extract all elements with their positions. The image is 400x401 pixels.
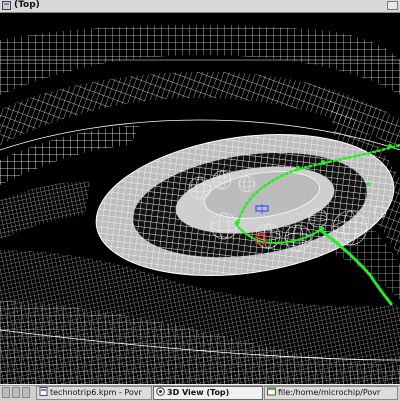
window-menu-icon[interactable] — [2, 1, 11, 10]
wireframe-scene[interactable] — [0, 13, 400, 384]
taskbar-item-label: 3D View (Top) — [167, 388, 230, 397]
taskbar-item-label: file:/home/microchip/Povr — [278, 388, 381, 397]
launcher-button-2[interactable] — [12, 387, 20, 398]
browser-icon — [267, 387, 276, 396]
taskbar-item-file-browser[interactable]: file:/home/microchip/Povr — [264, 386, 398, 400]
taskbar-item-label: technotrip6.kpm - Povr — [50, 388, 142, 397]
taskbar-item-3d-view[interactable]: 3D View (Top) — [153, 386, 263, 400]
taskbar: technotrip6.kpm - Povr 3D View (Top) fil… — [0, 384, 400, 401]
taskbar-item-technotrip[interactable]: technotrip6.kpm - Povr — [36, 386, 152, 400]
window-titlebar[interactable]: (Top) — [0, 0, 400, 13]
launcher-button[interactable] — [2, 387, 10, 398]
3d-viewport[interactable] — [0, 13, 400, 384]
launcher-button-3[interactable] — [22, 387, 30, 398]
minimize-button[interactable] — [387, 1, 398, 10]
window-title: (Top) — [14, 0, 40, 10]
document-icon — [39, 387, 48, 396]
view-3d-icon — [156, 387, 165, 396]
